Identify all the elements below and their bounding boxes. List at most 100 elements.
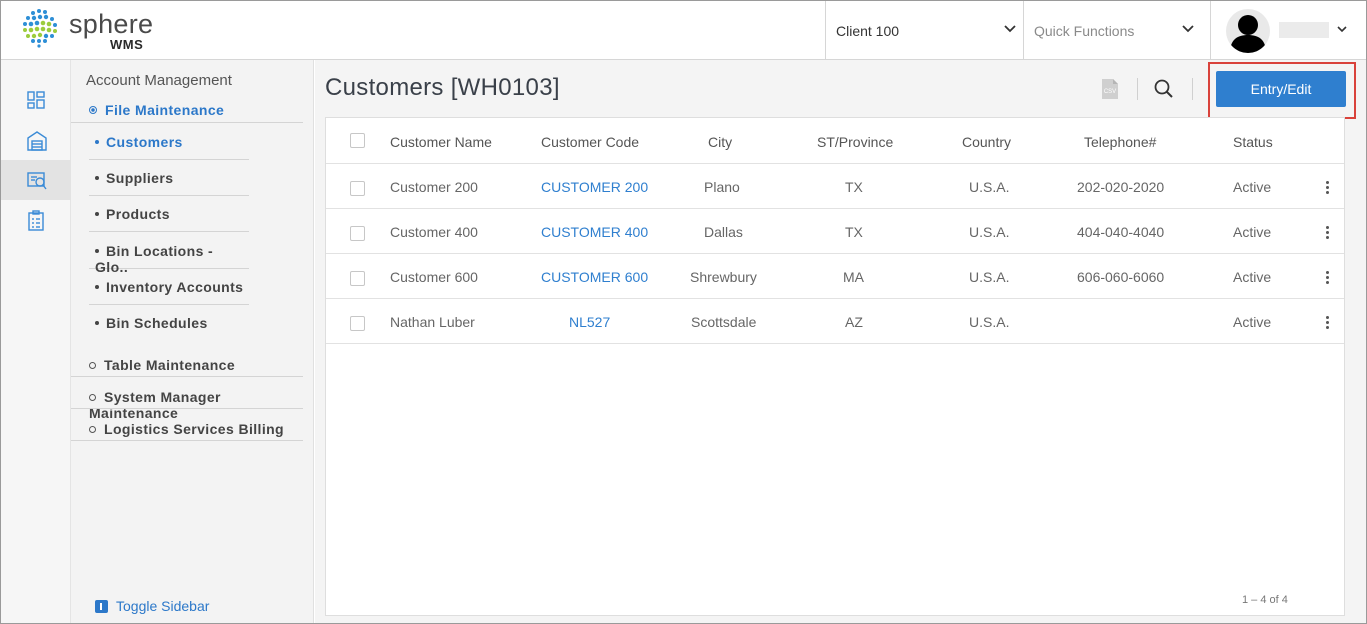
- chevron-down-icon: [1004, 25, 1016, 33]
- nav-item-label: Inventory Accounts: [106, 279, 244, 295]
- top-header: sphere WMS Client 100 Quick Functions: [1, 1, 1366, 60]
- pagination-info: 1 – 4 of 4: [1242, 594, 1288, 606]
- cell-status: Active: [1233, 179, 1272, 195]
- user-avatar-icon: [1230, 15, 1266, 53]
- nav-section-table-maintenance[interactable]: Table Maintenance: [89, 357, 235, 373]
- sphere-wms-logo[interactable]: sphere WMS: [19, 7, 169, 53]
- nav-item-inventory-accounts[interactable]: Inventory Accounts: [89, 269, 249, 305]
- table-row[interactable]: Customer 600 CUSTOMER 600 Shrewbury MA U…: [326, 254, 1344, 299]
- divider: [71, 376, 303, 377]
- bullet-icon: [95, 176, 99, 180]
- circle-bullet-icon: [89, 426, 96, 433]
- icon-rail: [1, 60, 71, 623]
- column-header-customer-code[interactable]: Customer Code: [541, 134, 639, 150]
- row-checkbox[interactable]: [350, 181, 365, 196]
- cell-customer-name: Customer 400: [390, 224, 478, 240]
- table-header: Customer Name Customer Code City ST/Prov…: [326, 118, 1344, 164]
- toggle-sidebar-link[interactable]: Toggle Sidebar: [95, 598, 209, 614]
- nav-section-label: Table Maintenance: [104, 357, 236, 373]
- row-actions-icon[interactable]: [1326, 271, 1330, 286]
- nav-item-label: Customers: [106, 134, 183, 150]
- avatar[interactable]: [1226, 9, 1270, 53]
- page-title: Customers [WH0103]: [325, 74, 560, 101]
- cell-customer-code-link[interactable]: CUSTOMER 400: [541, 224, 648, 240]
- chevron-down-icon: [1182, 25, 1194, 33]
- cell-status: Active: [1233, 314, 1272, 330]
- nav-item-suppliers[interactable]: Suppliers: [89, 160, 249, 196]
- column-header-city[interactable]: City: [708, 134, 732, 150]
- cell-city: Shrewbury: [690, 269, 757, 285]
- cell-city: Dallas: [704, 224, 743, 240]
- column-header-telephone[interactable]: Telephone#: [1084, 134, 1156, 150]
- bullet-icon: [95, 285, 99, 289]
- user-name-redacted: [1279, 22, 1329, 38]
- nav-section-logistics-services-billing[interactable]: Logistics Services Billing: [89, 421, 284, 437]
- client-selector[interactable]: Client 100: [825, 1, 1024, 60]
- row-actions-icon[interactable]: [1326, 316, 1330, 331]
- account-management-icon: [27, 172, 47, 190]
- nav-item-bin-schedules[interactable]: Bin Schedules: [89, 305, 249, 341]
- dashboard-icon: [27, 91, 45, 109]
- divider: [71, 122, 303, 123]
- rail-account-management[interactable]: [1, 160, 71, 200]
- customers-table: Customer Name Customer Code City ST/Prov…: [325, 117, 1345, 616]
- nav-sidebar: Account Management File Maintenance Cust…: [71, 60, 314, 623]
- cell-customer-code-link[interactable]: NL527: [569, 314, 610, 330]
- select-all-checkbox[interactable]: [350, 133, 365, 148]
- column-header-status[interactable]: Status: [1233, 134, 1273, 150]
- nav-section-file-maintenance[interactable]: File Maintenance: [89, 102, 224, 118]
- circle-bullet-icon: [89, 362, 96, 369]
- cell-state: AZ: [845, 314, 863, 330]
- sidebar-toggle-icon: [95, 600, 108, 613]
- cell-city: Plano: [704, 179, 740, 195]
- cell-customer-code-link[interactable]: CUSTOMER 200: [541, 179, 648, 195]
- quick-functions-placeholder: Quick Functions: [1034, 23, 1135, 39]
- search-icon[interactable]: [1153, 78, 1175, 100]
- cell-customer-code-link[interactable]: CUSTOMER 600: [541, 269, 648, 285]
- cell-country: U.S.A.: [969, 269, 1010, 285]
- row-actions-icon[interactable]: [1326, 181, 1330, 196]
- table-row[interactable]: Customer 200 CUSTOMER 200 Plano TX U.S.A…: [326, 164, 1344, 209]
- globe-logo-icon: [23, 9, 57, 48]
- rail-warehouse[interactable]: [1, 120, 71, 160]
- brand-name: sphere: [69, 9, 154, 39]
- divider: [1137, 78, 1138, 100]
- nav-item-label: Bin Schedules: [106, 315, 208, 331]
- row-checkbox[interactable]: [350, 316, 365, 331]
- csv-export-icon[interactable]: CSV: [1101, 78, 1119, 100]
- csv-label: CSV: [1104, 89, 1116, 95]
- entry-edit-button[interactable]: Entry/Edit: [1216, 71, 1346, 107]
- checklist-icon: [28, 210, 44, 231]
- nav-heading: Account Management: [86, 72, 232, 89]
- nav-section-label: File Maintenance: [105, 102, 225, 118]
- cell-customer-name: Nathan Luber: [390, 314, 475, 330]
- cell-state: MA: [843, 269, 864, 285]
- nav-section-system-manager-maintenance[interactable]: System Manager Maintenance: [89, 389, 313, 421]
- row-checkbox[interactable]: [350, 226, 365, 241]
- quick-functions-selector[interactable]: Quick Functions: [1024, 1, 1204, 60]
- nav-item-products[interactable]: Products: [89, 196, 249, 232]
- user-menu[interactable]: [1210, 1, 1366, 60]
- cell-state: TX: [845, 224, 863, 240]
- row-actions-icon[interactable]: [1326, 226, 1330, 241]
- nav-item-bin-locations[interactable]: Bin Locations - Glo..: [89, 233, 249, 275]
- main-content: Customers [WH0103] CSV Entry/Edit Custom…: [315, 60, 1366, 623]
- divider: [71, 408, 303, 409]
- cell-country: U.S.A.: [969, 224, 1010, 240]
- column-header-customer-name[interactable]: Customer Name: [390, 134, 492, 150]
- table-row[interactable]: Customer 400 CUSTOMER 400 Dallas TX U.S.…: [326, 209, 1344, 254]
- nav-item-label: Suppliers: [106, 170, 174, 186]
- row-checkbox[interactable]: [350, 271, 365, 286]
- chevron-down-icon[interactable]: [1337, 26, 1347, 33]
- rail-reports[interactable]: [1, 200, 71, 240]
- column-header-st-province[interactable]: ST/Province: [817, 134, 893, 150]
- table-row[interactable]: Nathan Luber NL527 Scottsdale AZ U.S.A. …: [326, 299, 1344, 344]
- cell-customer-name: Customer 600: [390, 269, 478, 285]
- nav-item-customers[interactable]: Customers: [89, 124, 249, 160]
- rail-dashboard[interactable]: [1, 80, 71, 120]
- nav-section-label: Logistics Services Billing: [104, 421, 285, 437]
- nav-item-label: Products: [106, 206, 170, 222]
- cell-city: Scottsdale: [691, 314, 757, 330]
- toggle-sidebar-label: Toggle Sidebar: [116, 598, 210, 614]
- column-header-country[interactable]: Country: [962, 134, 1011, 150]
